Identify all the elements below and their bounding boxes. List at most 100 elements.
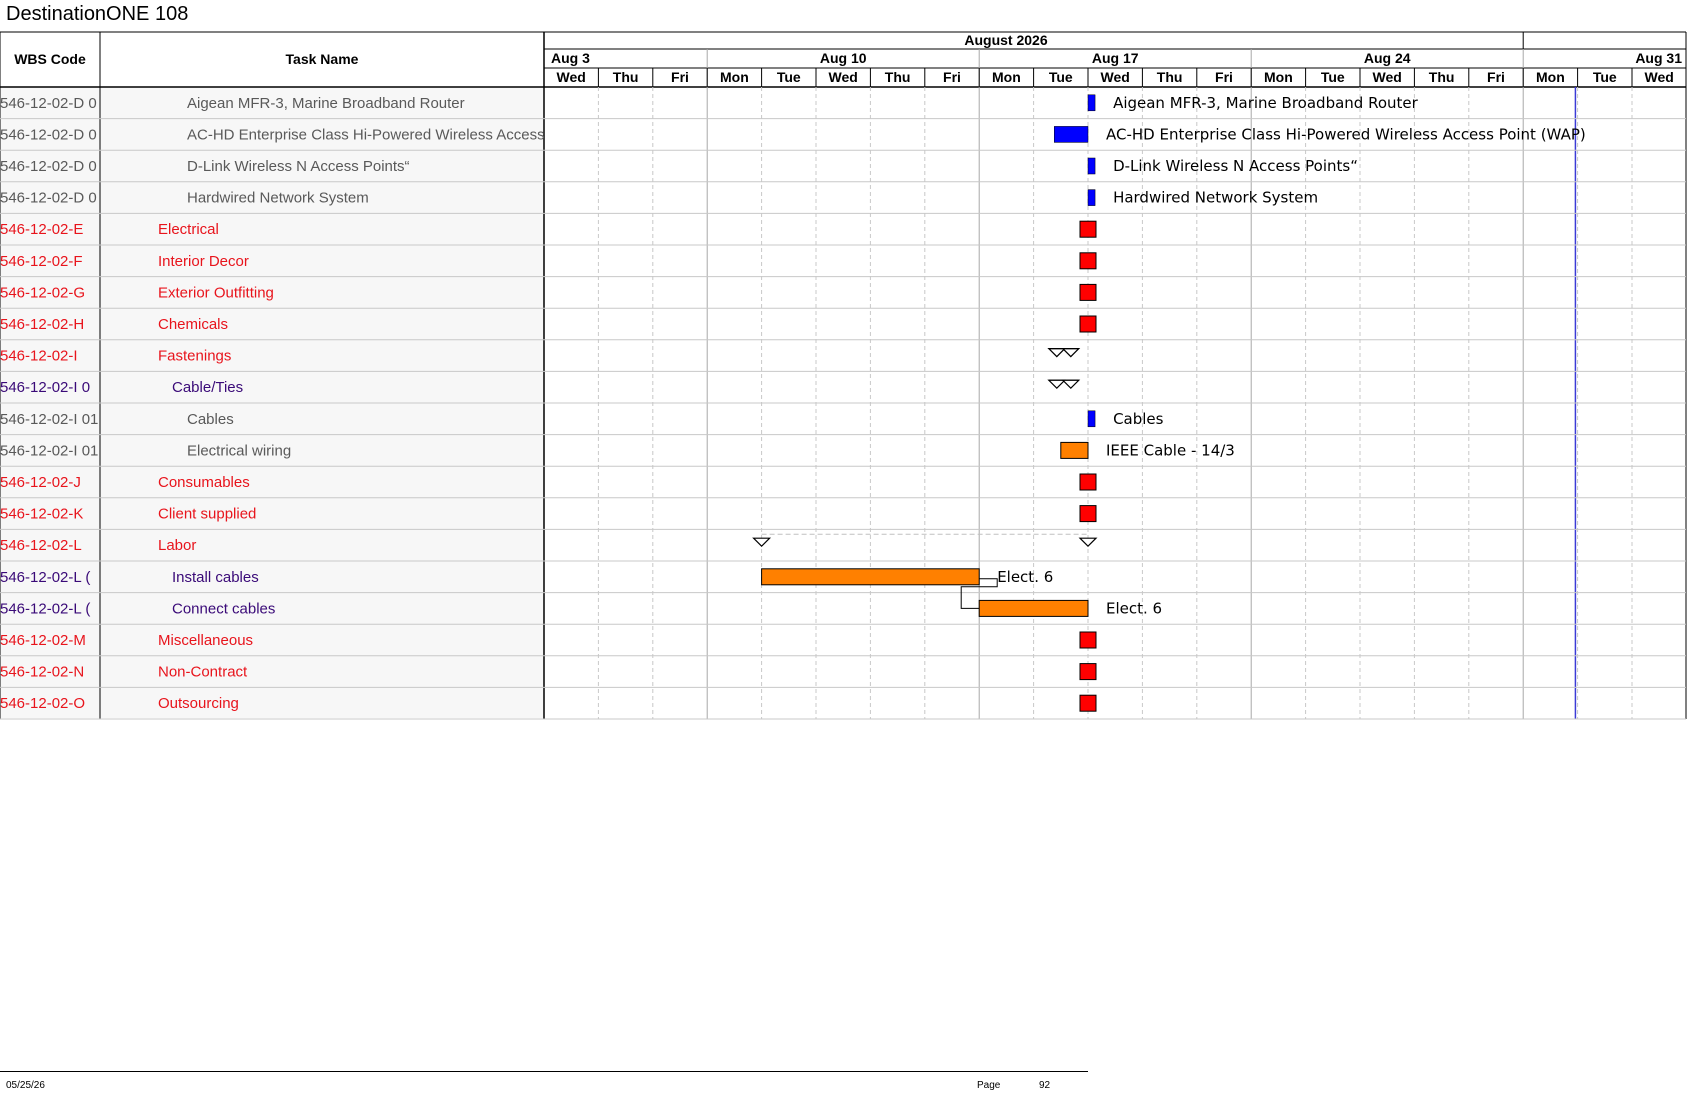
task-name[interactable]: AC-HD Enterprise Class Hi-Powered Wirele… <box>187 126 545 143</box>
summary-end-marker <box>1078 537 1098 548</box>
day-label: Thu <box>1429 69 1455 85</box>
wbs-code[interactable]: 546-12-02-D 0 <box>0 190 97 207</box>
bar-label: Hardwired Network System <box>1113 189 1318 207</box>
milestone-marker <box>1079 694 1097 712</box>
task-bar <box>1087 189 1096 206</box>
task-name[interactable]: Hardwired Network System <box>187 190 369 207</box>
bar-label: Elect. 6 <box>997 568 1053 586</box>
task-name[interactable]: Cable/Ties <box>172 379 243 396</box>
wbs-column-header[interactable]: WBS Code <box>14 51 86 67</box>
day-label: Mon <box>720 69 749 85</box>
task-name[interactable]: Labor <box>158 537 196 554</box>
task-name-column-header[interactable]: Task Name <box>286 51 359 67</box>
wbs-code[interactable]: 546-12-02-M <box>0 632 86 649</box>
bar-label: AC-HD Enterprise Class Hi-Powered Wirele… <box>1106 125 1586 143</box>
milestone-marker <box>1079 252 1097 270</box>
page-number: 92 <box>1039 1080 1051 1091</box>
task-name[interactable]: Electrical <box>158 221 219 238</box>
task-name[interactable]: Exterior Outfitting <box>158 284 274 301</box>
day-label: Tue <box>1049 69 1073 85</box>
bar-label: D-Link Wireless N Access Points“ <box>1113 157 1358 175</box>
wbs-code[interactable]: 546-12-02-E <box>0 221 83 238</box>
task-name[interactable]: Chemicals <box>158 316 228 333</box>
day-label: Thu <box>613 69 639 85</box>
day-label: Tue <box>1593 69 1617 85</box>
summary-start-marker <box>752 537 772 548</box>
day-label: Fri <box>671 69 689 85</box>
milestone-marker <box>1079 505 1097 523</box>
task-name[interactable]: Non-Contract <box>158 664 248 681</box>
task-bar <box>1060 441 1089 459</box>
wbs-code[interactable]: 546-12-02-G <box>0 284 85 301</box>
wbs-code[interactable]: 546-12-02-D 0 <box>0 158 97 175</box>
summary-start-marker <box>1047 379 1067 390</box>
summary-end-marker <box>1061 379 1081 390</box>
day-label: Wed <box>1645 69 1674 85</box>
milestone-marker <box>1079 663 1097 681</box>
milestone-marker <box>1079 473 1097 491</box>
wbs-code[interactable]: 546-12-02-I <box>0 348 78 365</box>
month-header: August 2026 <box>964 32 1047 48</box>
wbs-code[interactable]: 546-12-02-D 0 <box>0 126 97 143</box>
bar-label: Elect. 6 <box>1106 599 1162 617</box>
task-bar <box>761 568 980 586</box>
bar-label: Cables <box>1113 410 1164 428</box>
wbs-code[interactable]: 546-12-02-D 0 <box>0 95 97 112</box>
gantt-sheet: WBS Code Task Name August 2026 Aug 3 Aug … <box>0 31 1687 720</box>
task-name[interactable]: D-Link Wireless N Access Points“ <box>187 158 410 175</box>
wbs-code[interactable]: 546-12-02-O <box>0 695 85 712</box>
task-name[interactable]: Fastenings <box>158 348 231 365</box>
wbs-code[interactable]: 546-12-02-I 01 <box>0 411 98 428</box>
task-name[interactable]: Aigean MFR-3, Marine Broadband Router <box>187 95 465 112</box>
task-bar <box>1087 157 1096 175</box>
task-name[interactable]: Interior Decor <box>158 253 249 270</box>
page-footer: 05/25/26 Page 92 <box>0 1071 1088 1098</box>
wbs-code[interactable]: 546-12-02-F <box>0 253 83 270</box>
bar-label: IEEE Cable - 14/3 <box>1106 441 1235 459</box>
day-label: Mon <box>1264 69 1293 85</box>
page-label: Page <box>977 1080 1001 1091</box>
week-label: Aug 31 <box>1635 50 1682 66</box>
task-name[interactable]: Electrical wiring <box>187 442 291 459</box>
wbs-code[interactable]: 546-12-02-K <box>0 506 83 523</box>
wbs-code[interactable]: 546-12-02-I 0 <box>0 379 90 396</box>
week-label: Aug 17 <box>1092 50 1139 66</box>
task-name[interactable]: Connect cables <box>172 600 275 617</box>
day-label: Fri <box>1487 69 1505 85</box>
task-name[interactable]: Miscellaneous <box>158 632 253 649</box>
milestone-marker <box>1079 631 1097 649</box>
summary-end-marker <box>1061 348 1081 358</box>
week-label: Aug 24 <box>1364 50 1411 66</box>
wbs-code[interactable]: 546-12-02-L <box>0 537 82 554</box>
print-date: 05/25/26 <box>6 1080 45 1091</box>
day-label: Fri <box>943 69 961 85</box>
task-bar <box>1087 94 1096 112</box>
week-label: Aug 10 <box>820 50 867 66</box>
timeline-header: WBS Code Task Name August 2026 Aug 3 Aug … <box>14 32 1682 85</box>
milestone-marker <box>1079 283 1097 301</box>
day-label: Thu <box>1157 69 1183 85</box>
wbs-code[interactable]: 546-12-02-I 01 <box>0 442 98 459</box>
milestone-marker <box>1079 315 1097 333</box>
day-label: Wed <box>829 69 858 85</box>
wbs-code[interactable]: 546-12-02-N <box>0 664 84 681</box>
task-name[interactable]: Install cables <box>172 569 259 586</box>
wbs-code[interactable]: 546-12-02-L ( <box>0 600 90 617</box>
task-name[interactable]: Client supplied <box>158 506 256 523</box>
task-name[interactable]: Cables <box>187 411 234 428</box>
task-name[interactable]: Outsourcing <box>158 695 239 712</box>
milestone-marker <box>1079 220 1097 238</box>
wbs-code[interactable]: 546-12-02-J <box>0 474 81 491</box>
task-name[interactable]: Consumables <box>158 474 250 491</box>
week-label: Aug 3 <box>551 50 590 66</box>
day-label: Fri <box>1215 69 1233 85</box>
task-bar <box>978 599 1089 617</box>
task-bar <box>1054 126 1089 143</box>
day-label: Tue <box>1321 69 1345 85</box>
day-label: Wed <box>1101 69 1130 85</box>
day-label: Mon <box>992 69 1021 85</box>
day-label: Wed <box>557 69 586 85</box>
wbs-code[interactable]: 546-12-02-H <box>0 316 84 333</box>
day-label: Tue <box>777 69 801 85</box>
wbs-code[interactable]: 546-12-02-L ( <box>0 569 90 586</box>
